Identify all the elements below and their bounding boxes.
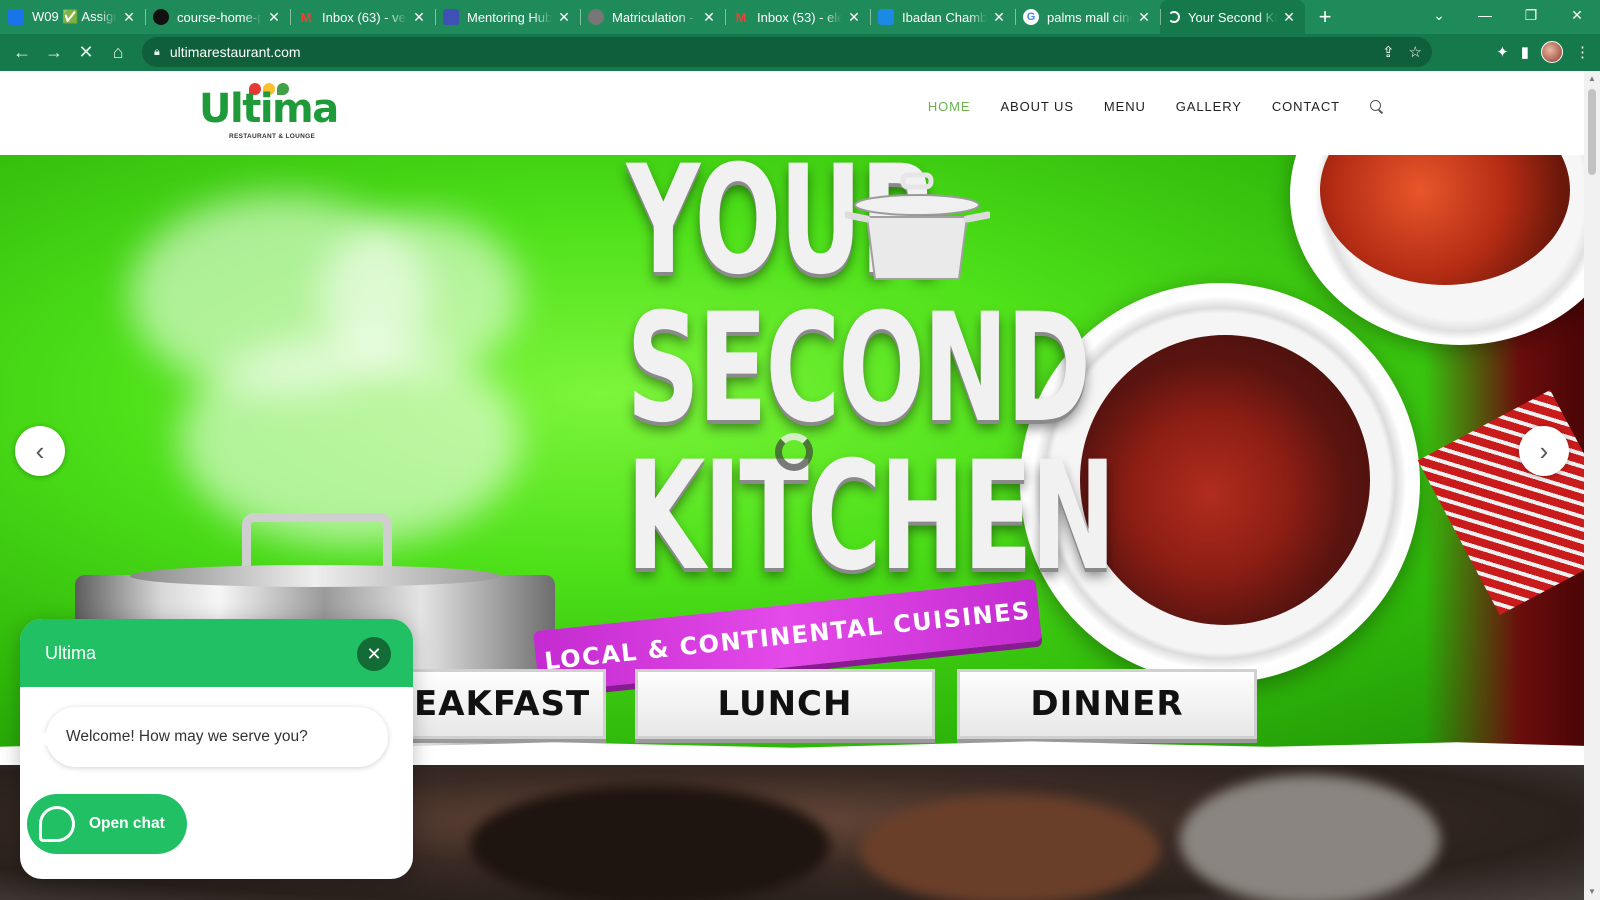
- slider-next-button[interactable]: ›: [1519, 426, 1569, 476]
- nav-home[interactable]: HOME: [928, 99, 971, 114]
- open-chat-label: Open chat: [89, 815, 165, 832]
- close-icon[interactable]: ✕: [701, 9, 717, 26]
- github-icon: [153, 9, 169, 25]
- restore-icon[interactable]: ❐: [1508, 0, 1554, 30]
- tab-search-icon[interactable]: ⌄: [1416, 0, 1462, 30]
- gmail-icon: M: [300, 9, 312, 25]
- tab-title: Inbox (53) - ele: [757, 9, 842, 25]
- logo-wordmark: Ultima: [199, 86, 339, 132]
- main-navigation: HOME ABOUT US MENU GALLERY CONTACT: [928, 99, 1384, 114]
- page-scrollbar[interactable]: ▲ ▼: [1584, 71, 1600, 900]
- headline-line: KITCHEN: [626, 430, 1116, 604]
- browser-tab-bar: W09 ✅ Assignment✕ course-home-page✕ MInb…: [0, 0, 1600, 34]
- meat-dish-image: [1080, 335, 1370, 625]
- pot-icon: [845, 172, 990, 280]
- browser-tab-active[interactable]: Your Second Kitchen✕: [1160, 0, 1305, 34]
- tab-title: Inbox (63) - velo: [322, 9, 407, 25]
- search-icon[interactable]: [1370, 99, 1384, 114]
- nav-about-us[interactable]: ABOUT US: [1000, 99, 1073, 114]
- headline-line: SECOND: [626, 282, 1091, 456]
- browser-tab[interactable]: M Inbox (53) - ele ✕: [725, 0, 870, 34]
- pot-lid-image: [130, 565, 500, 587]
- browser-tab[interactable]: course-home-page✕: [145, 0, 290, 34]
- url-text: ultimarestaurant.com: [169, 44, 301, 60]
- meal-breakfast-panel: EAKFAST: [406, 669, 606, 739]
- extensions-icon[interactable]: ✦: [1496, 43, 1509, 61]
- chat-header: Ultima: [20, 619, 413, 687]
- chat-close-button[interactable]: ✕: [357, 637, 391, 671]
- side-panel-icon[interactable]: ▮: [1521, 43, 1529, 61]
- nav-menu[interactable]: MENU: [1104, 99, 1146, 114]
- chat-widget: Ultima ✕ Welcome! How may we serve you? …: [20, 619, 413, 879]
- share-icon[interactable]: ⇪: [1382, 43, 1395, 61]
- browser-tab[interactable]: Mentoring Hub ✕: [435, 0, 580, 34]
- close-icon[interactable]: ✕: [556, 9, 572, 26]
- close-icon[interactable]: ✕: [411, 9, 427, 26]
- browser-toolbar: ← → ✕ ⌂ 🔒︎ ultimarestaurant.com ⇪ ☆ ✦ ▮ …: [0, 34, 1600, 71]
- close-icon[interactable]: ✕: [846, 9, 862, 26]
- close-icon[interactable]: ✕: [266, 9, 282, 26]
- loading-icon: [1168, 11, 1180, 23]
- browser-tab[interactable]: Matriculation - ✕: [580, 0, 725, 34]
- ibadan-icon: [878, 9, 894, 25]
- food-decoration: [470, 785, 830, 900]
- tab-title: Ibadan Chamber: [902, 9, 987, 25]
- loading-spinner-icon: [775, 433, 813, 471]
- google-icon: G: [1023, 9, 1039, 25]
- steam-decoration: [320, 215, 520, 375]
- chat-bubble-icon: [39, 806, 75, 842]
- bookmark-star-icon[interactable]: ☆: [1409, 43, 1422, 61]
- tab-title: Matriculation -: [612, 9, 694, 25]
- browser-tab[interactable]: Ibadan Chamber✕: [870, 0, 1015, 34]
- back-icon[interactable]: ←: [6, 37, 38, 69]
- nav-contact[interactable]: CONTACT: [1272, 99, 1340, 114]
- close-window-icon[interactable]: ✕: [1554, 0, 1600, 30]
- tab-title: course-home-page: [177, 9, 262, 25]
- window-controls: ⌄ — ❐ ✕: [1416, 0, 1600, 30]
- minimize-icon[interactable]: —: [1462, 0, 1508, 30]
- slider-prev-button[interactable]: ‹: [15, 426, 65, 476]
- open-chat-button[interactable]: Open chat: [27, 794, 187, 854]
- address-bar[interactable]: 🔒︎ ultimarestaurant.com ⇪ ☆: [142, 37, 1432, 67]
- chat-brand-name: Ultima: [45, 642, 97, 663]
- close-icon[interactable]: ✕: [1281, 9, 1297, 26]
- food-decoration: [1180, 775, 1440, 900]
- home-icon[interactable]: ⌂: [102, 37, 134, 69]
- forward-icon[interactable]: →: [38, 37, 70, 69]
- browser-tab[interactable]: M Inbox (63) - velo ✕: [290, 0, 435, 34]
- meal-dinner-panel: DINNER: [957, 669, 1257, 739]
- scroll-down-arrow-icon[interactable]: ▼: [1584, 884, 1600, 900]
- new-tab-button[interactable]: +: [1305, 0, 1345, 34]
- pot-handle-image: [242, 513, 392, 573]
- gmail-icon: M: [735, 9, 747, 25]
- tab-title: Your Second Kitchen: [1188, 9, 1277, 25]
- menu-kebab-icon[interactable]: ⋮: [1575, 43, 1590, 61]
- logo-tagline: RESTAURANT & LOUNGE: [229, 133, 316, 140]
- browser-tab[interactable]: W09 ✅ Assignment ✕: [0, 0, 145, 34]
- browser-tab[interactable]: Gpalms mall cinem✕: [1015, 0, 1160, 34]
- globe-icon: [588, 9, 604, 25]
- close-icon[interactable]: ✕: [1136, 9, 1152, 26]
- scroll-up-arrow-icon[interactable]: ▲: [1584, 71, 1600, 87]
- tab-title: palms mall cinem: [1047, 9, 1132, 25]
- chat-greeting-message: Welcome! How may we serve you?: [36, 707, 388, 767]
- meal-lunch-panel: LUNCH: [635, 669, 935, 739]
- scrollbar-thumb[interactable]: [1588, 89, 1596, 175]
- nav-gallery[interactable]: GALLERY: [1176, 99, 1242, 114]
- food-decoration: [860, 795, 1160, 900]
- classroom-icon: [8, 9, 24, 25]
- close-icon[interactable]: ✕: [991, 9, 1007, 26]
- tab-title: Mentoring Hub: [467, 9, 552, 25]
- tab-title: W09 ✅ Assignment: [32, 9, 117, 24]
- close-icon[interactable]: ✕: [121, 9, 137, 26]
- lock-icon[interactable]: 🔒︎: [154, 46, 160, 59]
- hub-icon: [443, 9, 459, 25]
- profile-avatar[interactable]: [1541, 41, 1563, 63]
- site-logo[interactable]: Ultima RESTAURANT & LOUNGE: [199, 81, 339, 141]
- stop-loading-icon[interactable]: ✕: [70, 37, 102, 69]
